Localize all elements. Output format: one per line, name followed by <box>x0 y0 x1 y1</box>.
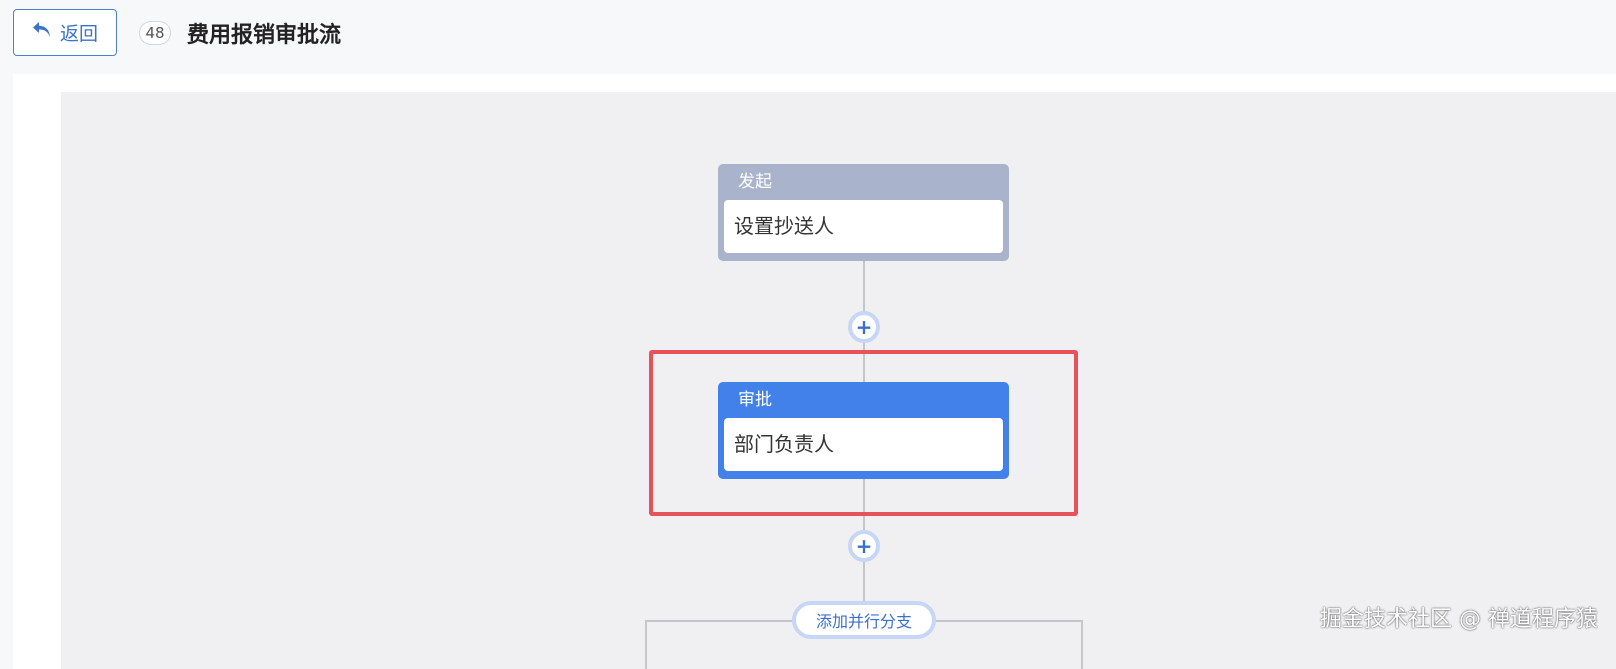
back-arrow-icon <box>32 21 52 44</box>
header-bar: 返回 48 费用报销审批流 <box>0 0 1616 74</box>
back-button[interactable]: 返回 <box>13 9 117 56</box>
watermark: 掘金技术社区 @ 禅道程序猿 <box>1320 607 1598 632</box>
back-label: 返回 <box>59 23 98 45</box>
branch-line-right <box>1081 620 1083 669</box>
page: 返回 48 费用报销审批流 发起 设置抄送人 + 审批 部门负责人 + 添加并行… <box>0 0 1616 669</box>
add-parallel-branch-button[interactable]: 添加并行分支 <box>792 601 936 639</box>
highlight-box <box>649 350 1078 516</box>
branch-line-left <box>645 620 647 669</box>
count-badge: 48 <box>139 21 171 45</box>
page-title: 费用报销审批流 <box>187 23 342 48</box>
add-node-button[interactable]: + <box>848 311 880 343</box>
add-node-button[interactable]: + <box>848 530 880 562</box>
node-type-label: 发起 <box>738 172 772 192</box>
node-content: 设置抄送人 <box>724 200 1003 253</box>
flow-node-start[interactable]: 发起 设置抄送人 <box>718 164 1009 261</box>
